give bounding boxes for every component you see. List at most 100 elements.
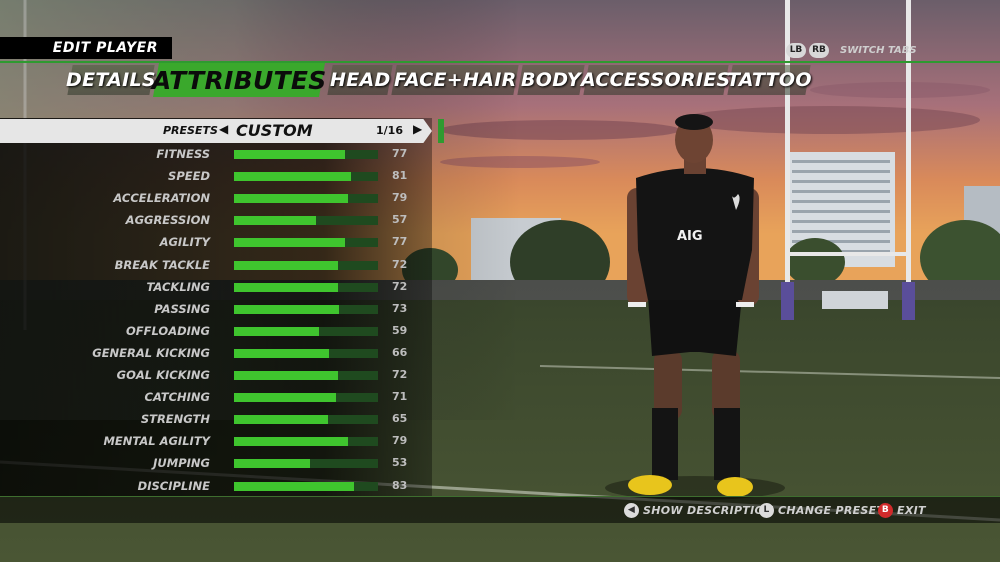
attribute-label: BREAK TACKLE — [114, 257, 210, 272]
attribute-value: 59 — [392, 323, 408, 337]
switch-tabs-hint: LB RB SWITCH TABS — [786, 43, 917, 58]
attribute-bar-track — [234, 238, 378, 248]
attribute-row[interactable]: DISCIPLINE 83 — [0, 475, 432, 497]
attribute-label: DISCIPLINE — [137, 478, 210, 493]
attribute-row[interactable]: SPEED 81 — [0, 165, 432, 187]
presets-count: 1/16 — [376, 124, 403, 137]
attribute-row[interactable]: CATCHING 71 — [0, 386, 432, 408]
attribute-row[interactable]: TACKLING 72 — [0, 276, 432, 298]
left-stick-icon: ◀ — [624, 503, 639, 518]
attribute-row[interactable]: GENERAL KICKING 66 — [0, 342, 432, 364]
show-description-label: SHOW DESCRIPTION — [643, 504, 774, 517]
attribute-label: SPEED — [168, 169, 210, 184]
tab-bar: DETAILS ATTRIBUTES HEAD FACE+HAIR BODY A… — [0, 63, 812, 97]
switch-tabs-label: SWITCH TABS — [840, 45, 917, 56]
attribute-label: AGGRESSION — [125, 213, 210, 228]
attribute-value: 72 — [392, 279, 408, 293]
change-presets-hint[interactable]: L CHANGE PRESETS — [759, 503, 892, 518]
attribute-bar-fill — [234, 481, 354, 491]
attribute-bar-track — [234, 415, 378, 425]
l-stick-icon: L — [759, 503, 774, 518]
attribute-value: 79 — [392, 191, 408, 205]
attribute-row[interactable]: AGILITY 77 — [0, 231, 432, 253]
tab-head[interactable]: HEAD — [327, 65, 393, 95]
attribute-label: ACCELERATION — [113, 191, 210, 206]
attribute-row[interactable]: JUMPING 53 — [0, 452, 432, 474]
attribute-bar-track — [234, 260, 378, 270]
attribute-bar-fill — [234, 371, 338, 380]
attribute-row[interactable]: ACCELERATION 79 — [0, 187, 432, 209]
attribute-value: 72 — [392, 368, 408, 381]
attribute-bar-fill — [234, 194, 348, 204]
attribute-bar-track — [234, 150, 378, 159]
tab-tattoo[interactable]: TATTOO — [727, 65, 811, 95]
attribute-value: 71 — [392, 390, 408, 404]
exit-label: EXIT — [897, 504, 926, 517]
attribute-bar-fill — [234, 216, 316, 226]
attribute-row[interactable]: BREAK TACKLE 72 — [0, 254, 432, 276]
attribute-row[interactable]: AGGRESSION 57 — [0, 209, 432, 231]
presets-selector[interactable]: PRESETS ◀ CUSTOM 1/16 ▶ — [0, 119, 432, 143]
attribute-bar-fill — [234, 304, 339, 314]
attribute-bar-track — [234, 481, 378, 491]
attribute-label: CATCHING — [144, 390, 211, 405]
attribute-bar-fill — [234, 393, 336, 403]
tab-face-hair[interactable]: FACE+HAIR — [391, 65, 519, 95]
attribute-bar-fill — [234, 172, 351, 182]
presets-label: PRESETS — [163, 124, 218, 137]
attribute-bar-fill — [234, 260, 338, 270]
attribute-value: 73 — [392, 301, 408, 315]
attribute-bar-track — [234, 172, 378, 182]
attribute-bar-fill — [234, 415, 328, 425]
tab-attributes[interactable]: ATTRIBUTES — [152, 63, 326, 97]
jersey-sponsor: AIG — [677, 229, 703, 244]
attribute-bar-track — [234, 216, 378, 226]
attribute-bar-fill — [234, 238, 345, 248]
b-button-icon: B — [878, 503, 893, 518]
presets-value: CUSTOM — [236, 121, 313, 140]
attribute-bar-track — [234, 326, 378, 336]
attribute-bar-track — [234, 437, 378, 447]
attribute-value: 57 — [392, 213, 408, 227]
attribute-bar-fill — [234, 282, 338, 292]
attribute-value: 77 — [392, 235, 408, 249]
attribute-label: GOAL KICKING — [116, 368, 210, 382]
attribute-value: 53 — [392, 456, 408, 470]
attribute-row[interactable]: MENTAL AGILITY 79 — [0, 430, 432, 452]
arrow-left-icon[interactable]: ◀ — [219, 122, 228, 136]
attribute-row[interactable]: PASSING 73 — [0, 298, 432, 320]
attribute-value: 77 — [392, 147, 408, 160]
attribute-row[interactable]: OFFLOADING 59 — [0, 320, 432, 342]
tab-details[interactable]: DETAILS — [66, 65, 156, 95]
presets-accent — [438, 119, 444, 143]
attribute-bar-fill — [234, 437, 348, 447]
attribute-label: GENERAL KICKING — [92, 345, 210, 360]
attribute-label: MENTAL AGILITY — [103, 434, 210, 449]
change-presets-label: CHANGE PRESETS — [778, 504, 893, 517]
attribute-value: 72 — [392, 257, 408, 271]
attribute-label: JUMPING — [153, 456, 210, 471]
attribute-label: AGILITY — [159, 235, 210, 250]
rb-button-icon[interactable]: RB — [809, 43, 829, 58]
attribute-row[interactable]: GOAL KICKING 72 — [0, 364, 432, 386]
attribute-label: PASSING — [154, 301, 210, 316]
attribute-label: OFFLOADING — [126, 323, 210, 338]
attribute-bar-fill — [234, 348, 329, 358]
attribute-bar-track — [234, 194, 378, 204]
exit-hint[interactable]: B EXIT — [878, 503, 926, 518]
attribute-bar-track — [234, 304, 378, 314]
attribute-bar-track — [234, 282, 378, 292]
tab-body[interactable]: BODY — [517, 65, 585, 95]
attribute-row[interactable]: STRENGTH 65 — [0, 408, 432, 430]
attribute-bar-fill — [234, 326, 319, 336]
tab-accessories[interactable]: ACCESSORIES — [581, 65, 731, 95]
arrow-right-icon[interactable]: ▶ — [413, 122, 422, 136]
attribute-row[interactable]: FITNESS 77 — [0, 143, 432, 165]
attribute-bar-track — [234, 393, 378, 403]
attribute-value: 65 — [392, 412, 408, 426]
lb-button-icon[interactable]: LB — [786, 43, 806, 58]
show-description-hint[interactable]: ◀ SHOW DESCRIPTION — [624, 503, 774, 518]
attribute-bar-track — [234, 371, 378, 380]
attribute-label: STRENGTH — [140, 412, 210, 427]
attribute-label: TACKLING — [146, 279, 210, 294]
